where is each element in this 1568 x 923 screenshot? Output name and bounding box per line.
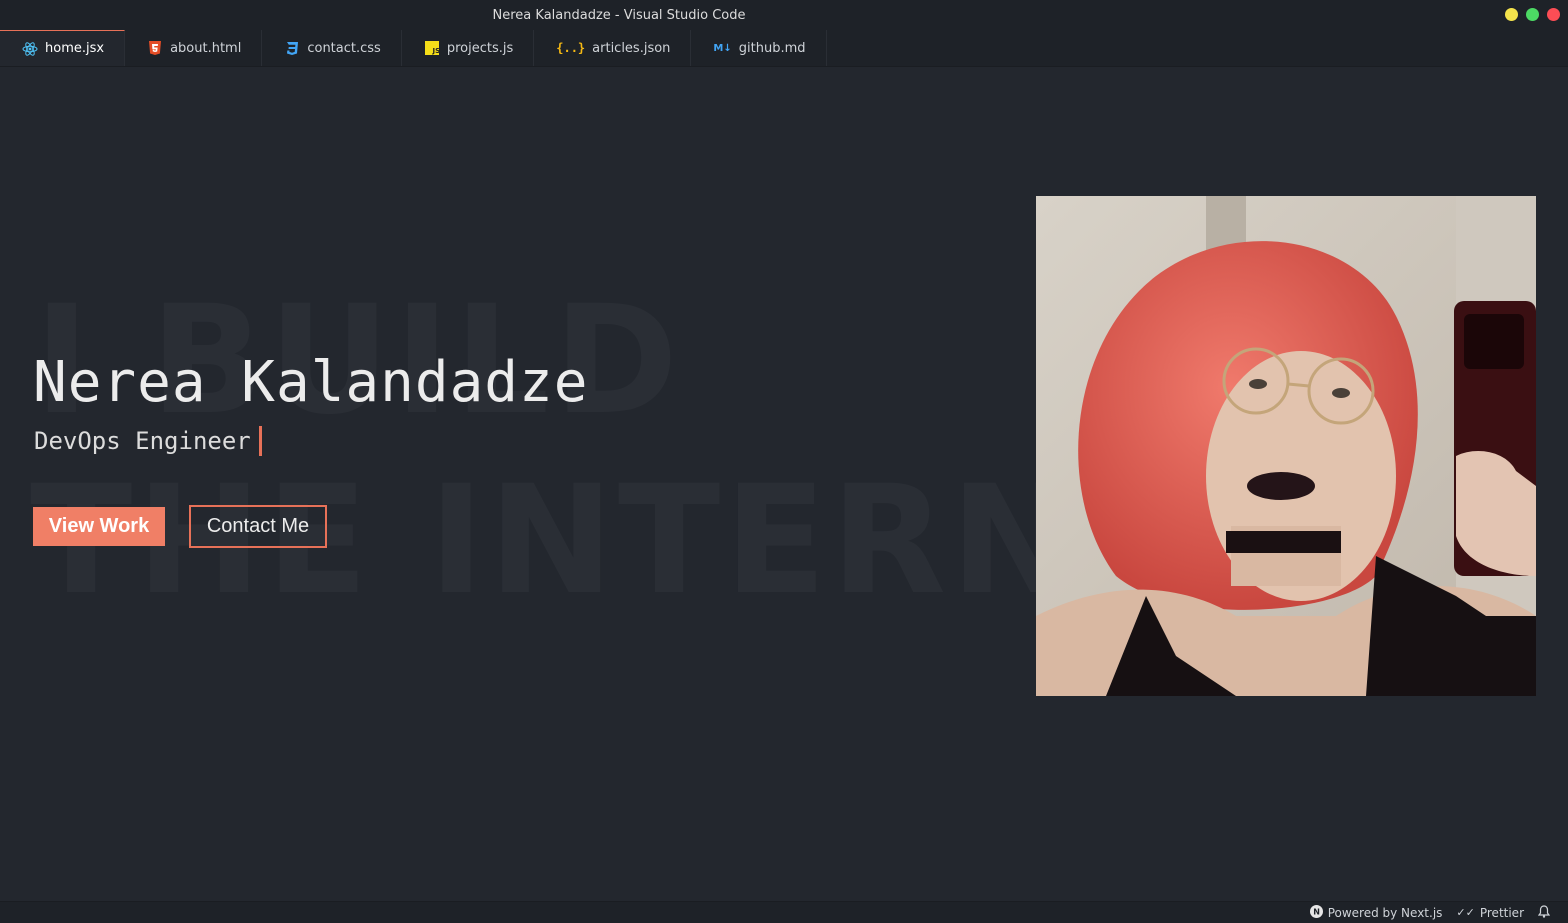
prettier-status[interactable]: ✓✓ Prettier	[1456, 906, 1524, 920]
tab-about-html[interactable]: about.html	[125, 30, 263, 66]
tab-projects-js[interactable]: JS projects.js	[402, 30, 535, 66]
javascript-icon: JS	[424, 40, 440, 56]
html5-icon	[147, 40, 163, 56]
contact-me-button[interactable]: Contact Me	[189, 505, 327, 548]
editor-tab-bar: home.jsx about.html contact.css JS proje…	[0, 30, 1568, 67]
profile-photo	[1036, 196, 1536, 696]
double-check-icon: ✓✓	[1456, 906, 1475, 919]
hero-section: I BUILD THE INTERNET Nerea Kalandadze De…	[0, 66, 1568, 901]
prettier-label: Prettier	[1479, 905, 1524, 920]
css3-icon	[284, 40, 300, 56]
title-bar: Nerea Kalandadze - Visual Studio Code	[0, 0, 1568, 30]
bell-icon	[1537, 904, 1551, 921]
hero-role: DevOps Engineer	[34, 426, 262, 456]
tab-label: about.html	[170, 40, 242, 56]
tab-label: contact.css	[307, 40, 381, 56]
tab-label: projects.js	[446, 40, 514, 56]
notifications-button[interactable]	[1537, 904, 1551, 921]
markdown-icon: M↓	[713, 42, 732, 54]
minimize-button[interactable]	[1505, 8, 1518, 21]
tab-label: github.md	[738, 40, 806, 56]
powered-by-label: Powered by Next.js	[1327, 905, 1443, 920]
svg-text:N: N	[1313, 907, 1320, 916]
svg-text:JS: JS	[431, 47, 439, 55]
close-button[interactable]	[1547, 8, 1560, 21]
tab-articles-json[interactable]: {..} articles.json	[534, 30, 692, 66]
tab-github-md[interactable]: M↓ github.md	[691, 30, 827, 66]
status-bar: N Powered by Next.js ✓✓ Prettier	[0, 901, 1568, 923]
json-icon: {..}	[556, 41, 586, 55]
window-controls	[1505, 8, 1560, 21]
nextjs-icon: N	[1309, 904, 1323, 921]
hero-name: Nerea Kalandadze	[33, 350, 589, 415]
window-title: Nerea Kalandadze - Visual Studio Code	[492, 7, 746, 23]
react-icon	[22, 41, 38, 57]
powered-by-nextjs[interactable]: N Powered by Next.js	[1309, 904, 1443, 921]
role-text: DevOps Engineer	[34, 427, 251, 455]
view-work-button[interactable]: View Work	[33, 507, 165, 546]
tab-label: articles.json	[592, 40, 671, 56]
typing-cursor	[258, 426, 262, 456]
tab-home-jsx[interactable]: home.jsx	[0, 30, 126, 66]
tab-contact-css[interactable]: contact.css	[262, 30, 402, 66]
maximize-button[interactable]	[1526, 8, 1539, 21]
tab-label: home.jsx	[45, 41, 105, 56]
